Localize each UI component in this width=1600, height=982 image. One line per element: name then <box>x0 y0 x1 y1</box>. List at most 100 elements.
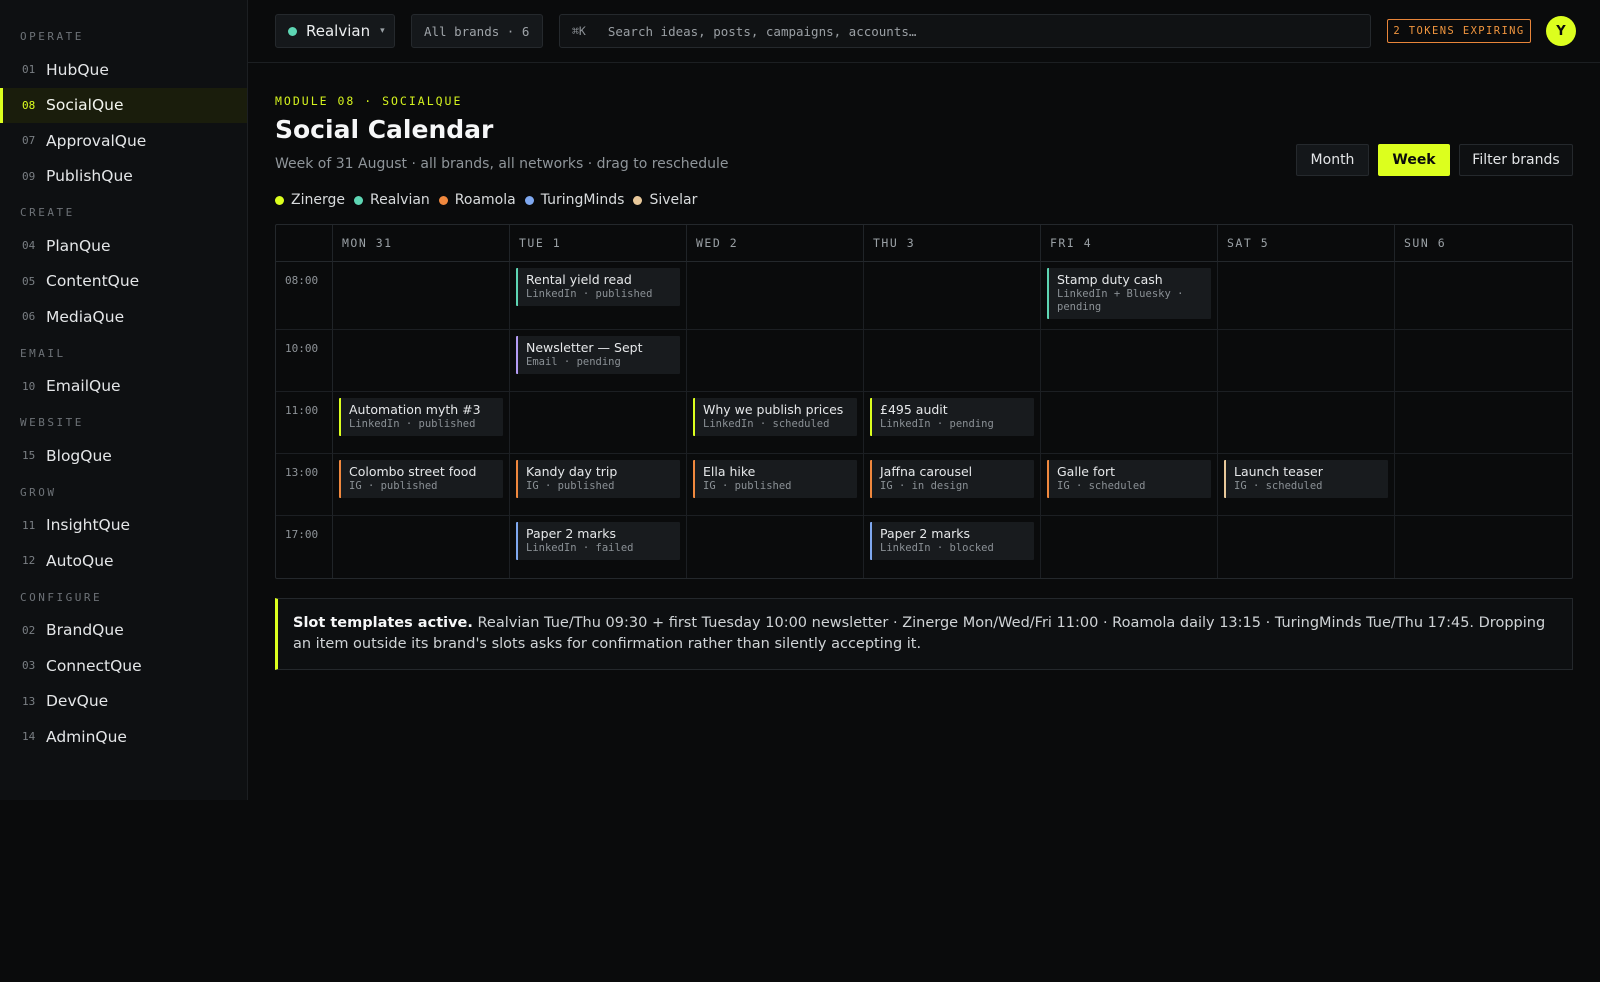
event-meta: IG · published <box>526 480 615 492</box>
calendar-slot[interactable] <box>1395 454 1572 516</box>
sidebar-item-hubque[interactable]: 01 HubQue <box>0 52 247 88</box>
topbar: Realvian ▾ All brands · 6 ⌘K 2 TOKENS EX… <box>248 0 1600 63</box>
sidebar-item-socialque[interactable]: 08 SocialQue <box>0 87 247 123</box>
calendar-slot[interactable]: Launch teaser IG · scheduled <box>1218 454 1395 516</box>
sidebar-item-blogque[interactable]: 15 BlogQue <box>0 438 247 474</box>
sidebar-item-insightque[interactable]: 11 InsightQue <box>0 508 247 544</box>
calendar-event[interactable]: Stamp duty cash LinkedIn + Bluesky · pend… <box>1047 268 1211 319</box>
sidebar-item-label: PublishQue <box>46 167 133 186</box>
calendar-slot[interactable] <box>1041 516 1218 578</box>
nav-section-title: CREATE <box>20 206 75 219</box>
calendar-slot[interactable] <box>1041 330 1218 392</box>
calendar-slot[interactable] <box>687 330 864 392</box>
calendar-slot[interactable] <box>1218 330 1395 392</box>
event-title: Galle fort <box>1057 464 1116 479</box>
sidebar-item-mediaque[interactable]: 06 MediaQue <box>0 299 247 335</box>
sidebar-item-connectque[interactable]: 03 ConnectQue <box>0 648 247 684</box>
calendar-slot[interactable]: Kandy day trip IG · published <box>510 454 687 516</box>
calendar-slot[interactable] <box>510 392 687 454</box>
sidebar-item-label: AutoQue <box>46 551 114 570</box>
calendar-slot[interactable]: Automation myth #3 LinkedIn · published <box>333 392 510 454</box>
event-title: £495 audit <box>880 402 948 417</box>
calendar-event[interactable]: Rental yield read LinkedIn · published <box>516 268 680 306</box>
calendar-slot[interactable]: Rental yield read LinkedIn · published <box>510 262 687 330</box>
calendar-slot[interactable] <box>1395 262 1572 330</box>
calendar-slot[interactable] <box>1395 516 1572 578</box>
sidebar-item-approvalque[interactable]: 07 ApprovalQue <box>0 123 247 159</box>
sidebar-item-adminque[interactable]: 14 AdminQue <box>0 719 247 755</box>
calendar-event[interactable]: Colombo street food IG · published <box>339 460 503 498</box>
calendar-slot[interactable] <box>687 262 864 330</box>
calendar-slot[interactable]: Galle fort IG · scheduled <box>1041 454 1218 516</box>
sidebar-item-number: 04 <box>22 239 36 253</box>
calendar-slot[interactable] <box>864 262 1041 330</box>
calendar-slot[interactable]: Paper 2 marks LinkedIn · failed <box>510 516 687 578</box>
calendar-slot[interactable] <box>1395 392 1572 454</box>
legend-dot <box>353 195 363 205</box>
calendar-slot[interactable]: Ella hike IG · published <box>687 454 864 516</box>
sidebar-item-number: 08 <box>22 98 36 112</box>
brand-switcher[interactable]: Realvian ▾ <box>275 14 395 48</box>
calendar-slot[interactable] <box>864 330 1041 392</box>
calendar-slot[interactable] <box>1218 262 1395 330</box>
calendar-event[interactable]: Why we publish prices LinkedIn · schedule… <box>693 398 857 436</box>
sidebar-item-number: 14 <box>22 730 36 744</box>
legend-label: Sivelar <box>649 192 698 208</box>
week-view-button[interactable]: Week <box>1378 144 1450 176</box>
event-title: Newsletter — Sept <box>526 340 643 355</box>
avatar[interactable]: Y <box>1546 16 1576 46</box>
month-view-button[interactable]: Month <box>1296 144 1369 176</box>
calendar-event[interactable]: Kandy day trip IG · published <box>516 460 680 498</box>
calendar-slot[interactable] <box>1218 392 1395 454</box>
search-bar[interactable]: ⌘K <box>559 14 1371 48</box>
calendar-event[interactable]: Newsletter — Sept Email · pending <box>516 336 680 374</box>
sidebar-item-number: 13 <box>22 694 36 708</box>
calendar-slot[interactable] <box>1041 392 1218 454</box>
filter-brands-button[interactable]: Filter brands <box>1459 144 1573 176</box>
sidebar-item-devque[interactable]: 13 DevQue <box>0 684 247 720</box>
calendar-slot[interactable] <box>687 516 864 578</box>
day-header: WED 2 <box>687 225 864 262</box>
calendar-slot[interactable] <box>333 330 510 392</box>
sidebar-item-number: 01 <box>22 63 36 77</box>
event-title: Kandy day trip <box>526 464 618 479</box>
tokens-expiring-badge[interactable]: 2 TOKENS EXPIRING <box>1387 19 1531 43</box>
calendar-slot[interactable] <box>1395 330 1572 392</box>
calendar-slot[interactable]: Newsletter — Sept Email · pending <box>510 330 687 392</box>
sidebar-item-brandque[interactable]: 02 BrandQue <box>0 613 247 649</box>
calendar-slot[interactable] <box>1218 516 1395 578</box>
search-input[interactable] <box>607 23 1308 39</box>
day-header: THU 3 <box>864 225 1041 262</box>
calendar-event[interactable]: Jaffna carousel IG · in design <box>870 460 1034 498</box>
legend-item: Realvian <box>353 192 430 208</box>
calendar-slot[interactable]: Paper 2 marks LinkedIn · blocked <box>864 516 1041 578</box>
sidebar-item-publishque[interactable]: 09 PublishQue <box>0 159 247 195</box>
calendar-slot[interactable]: Jaffna carousel IG · in design <box>864 454 1041 516</box>
sidebar-item-contentque[interactable]: 05 ContentQue <box>0 264 247 300</box>
calendar-event[interactable]: Automation myth #3 LinkedIn · published <box>339 398 503 436</box>
sidebar-item-label: BrandQue <box>46 621 124 640</box>
all-brands-filter[interactable]: All brands · 6 <box>411 14 543 48</box>
calendar-slot[interactable] <box>333 262 510 330</box>
sidebar-item-label: ApprovalQue <box>46 131 147 150</box>
calendar-slot[interactable]: Why we publish prices LinkedIn · schedule… <box>687 392 864 454</box>
time-label: 17:00 <box>276 516 333 578</box>
sidebar-item-label: AdminQue <box>46 727 127 746</box>
calendar-event[interactable]: Launch teaser IG · scheduled <box>1224 460 1388 498</box>
sidebar-item-autoque[interactable]: 12 AutoQue <box>0 543 247 579</box>
calendar-slot[interactable] <box>333 516 510 578</box>
calendar-event[interactable]: Galle fort IG · scheduled <box>1047 460 1211 498</box>
calendar-slot[interactable]: Stamp duty cash LinkedIn + Bluesky · pend… <box>1041 262 1218 330</box>
calendar-slot[interactable]: Colombo street food IG · published <box>333 454 510 516</box>
sidebar-item-planque[interactable]: 04 PlanQue <box>0 228 247 264</box>
calendar-event[interactable]: Paper 2 marks LinkedIn · blocked <box>870 522 1034 560</box>
sidebar-item-emailque[interactable]: 10 EmailQue <box>0 369 247 405</box>
calendar-event[interactable]: Ella hike IG · published <box>693 460 857 498</box>
calendar-event[interactable]: Paper 2 marks LinkedIn · failed <box>516 522 680 560</box>
chevron-down-icon: ▾ <box>380 26 385 36</box>
calendar-slot[interactable]: £495 audit LinkedIn · pending <box>864 392 1041 454</box>
event-title: Colombo street food <box>349 464 477 479</box>
nav-section-title: WEBSITE <box>20 416 84 429</box>
calendar-event[interactable]: £495 audit LinkedIn · pending <box>870 398 1034 436</box>
calendar-corner <box>276 225 333 262</box>
